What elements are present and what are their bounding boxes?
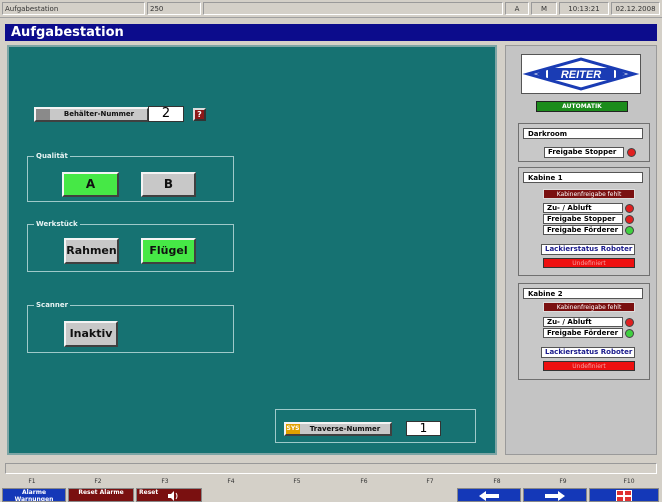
fkey-label-3: F3 <box>161 478 169 485</box>
grid-icon <box>616 490 632 501</box>
werkstueck-label: Werkstück <box>34 219 80 229</box>
status-bar: Aufgabestation 250 A M 10:13:21 02.12.20… <box>0 0 662 18</box>
kabine1-freigabe-stopper-label: Freigabe Stopper <box>543 214 623 224</box>
reset-sound-label: Reset <box>139 489 159 496</box>
qualitaet-label: Qualität <box>34 151 70 161</box>
qualitaet-b-button[interactable]: B <box>141 172 196 197</box>
kabine2-lackierstatus-label: Lackierstatus Roboter 21 <box>541 347 635 358</box>
fkey-label-5: F5 <box>293 478 301 485</box>
overview-button[interactable] <box>589 488 659 502</box>
fkey-label-2: F2 <box>94 478 102 485</box>
darkroom-title: Darkroom <box>523 128 643 139</box>
fkey-label-7: F7 <box>426 478 434 485</box>
qualitaet-a-button[interactable]: A <box>62 172 119 197</box>
fluegel-button[interactable]: Flügel <box>141 238 196 264</box>
alarme-warnungen-button[interactable]: Alarme Warnungen <box>2 488 66 502</box>
kabine1-box: Kabine 1 Kabinenfreigabe fehlt Zu- / Abl… <box>518 167 650 276</box>
traverse-nummer-button[interactable]: SYS Traverse-Nummer <box>284 422 392 436</box>
traverse-group: SYS Traverse-Nummer 1 <box>275 409 476 443</box>
status-app-name: Aufgabestation <box>2 2 145 15</box>
status-mode-a: A <box>505 2 529 15</box>
fkey-label-4: F4 <box>227 478 235 485</box>
next-button[interactable] <box>523 488 587 502</box>
kabine1-status-bar: Undefiniert <box>543 258 635 268</box>
kabine2-freigabe-fehlt: Kabinenfreigabe fehlt <box>543 302 635 312</box>
previous-button[interactable] <box>457 488 521 502</box>
status-date: 02.12.2008 <box>611 2 660 15</box>
fkey-label-1: F1 <box>28 478 36 485</box>
status-number: 250 <box>147 2 201 15</box>
kabine1-freigabe-fehlt: Kabinenfreigabe fehlt <box>543 189 635 199</box>
behaelter-nummer-button[interactable]: Behälter-Nummer <box>34 107 149 122</box>
darkroom-box: Darkroom Freigabe Stopper <box>518 123 650 162</box>
kabine1-zu-abluft-label: Zu- / Abluft <box>543 203 623 213</box>
behaelter-nummer-field[interactable]: 2 <box>148 106 184 122</box>
main-panel: Behälter-Nummer 2 ? Qualität A B Werkstü… <box>7 45 497 455</box>
kabine1-freigabe-foerderer-label: Freigabe Förderer <box>543 225 623 235</box>
scanner-inaktiv-button[interactable]: Inaktiv <box>64 321 118 347</box>
traverse-nummer-field[interactable]: 1 <box>406 421 441 436</box>
rahmen-button[interactable]: Rahmen <box>64 238 119 264</box>
darkroom-freigabe-stopper-label: Freigabe Stopper <box>544 147 624 158</box>
kabine2-status-bar: Undefiniert <box>543 361 635 371</box>
kabine1-title: Kabine 1 <box>523 172 643 183</box>
automatik-indicator: AUTOMATIK <box>536 101 628 112</box>
reiter-logo-icon: REITER <box>522 57 640 91</box>
arrow-left-icon <box>479 491 499 501</box>
help-button[interactable]: ? <box>193 108 206 121</box>
message-line <box>5 463 657 474</box>
kabine2-zu-abluft-lamp <box>625 318 634 327</box>
reiter-logo: REITER <box>521 54 641 94</box>
status-side-panel: REITER AUTOMATIK Darkroom Freigabe Stopp… <box>505 45 657 455</box>
scanner-label: Scanner <box>34 300 71 310</box>
arrow-right-icon <box>545 491 565 501</box>
kabine2-box: Kabine 2 Kabinenfreigabe fehlt Zu- / Abl… <box>518 283 650 380</box>
status-time: 10:13:21 <box>559 2 609 15</box>
kabine2-freigabe-foerderer-label: Freigabe Förderer <box>543 328 623 338</box>
fkey-label-9: F9 <box>559 478 567 485</box>
darkroom-stopper-lamp <box>627 148 636 157</box>
logo-text: REITER <box>561 69 601 81</box>
kabine1-zu-abluft-lamp <box>625 204 634 213</box>
speaker-icon <box>168 491 178 501</box>
function-key-labels: F1 F2 F3 F4 F5 F6 F7 F8 F9 F10 <box>0 478 662 488</box>
qualitaet-group: Qualität A B <box>27 151 234 202</box>
status-empty-field <box>203 2 503 15</box>
kabine1-stopper-lamp <box>625 215 634 224</box>
kabine1-foerderer-lamp <box>625 226 634 235</box>
kabine2-zu-abluft-label: Zu- / Abluft <box>543 317 623 327</box>
fkey-label-10: F10 <box>623 478 635 485</box>
behaelter-nummer-label: Behälter-Nummer <box>63 110 135 118</box>
button-indicator <box>36 109 50 120</box>
kabine2-title: Kabine 2 <box>523 288 643 299</box>
kabine2-foerderer-lamp <box>625 329 634 338</box>
sys-badge: SYS <box>286 424 300 434</box>
traverse-nummer-label: Traverse-Nummer <box>309 425 381 433</box>
reset-sound-button[interactable]: Reset <box>136 488 202 502</box>
fkey-label-8: F8 <box>493 478 501 485</box>
page-title: Aufgabestation <box>5 24 657 41</box>
function-key-bar: Alarme Warnungen Reset Alarme Reset <box>0 488 662 502</box>
kabine1-lackierstatus-label: Lackierstatus Roboter 11 <box>541 244 635 255</box>
reset-alarme-button[interactable]: Reset Alarme <box>68 488 134 502</box>
werkstueck-group: Werkstück Rahmen Flügel <box>27 219 234 272</box>
scanner-group: Scanner Inaktiv <box>27 300 234 353</box>
status-mode-m: M <box>531 2 557 15</box>
fkey-label-6: F6 <box>360 478 368 485</box>
